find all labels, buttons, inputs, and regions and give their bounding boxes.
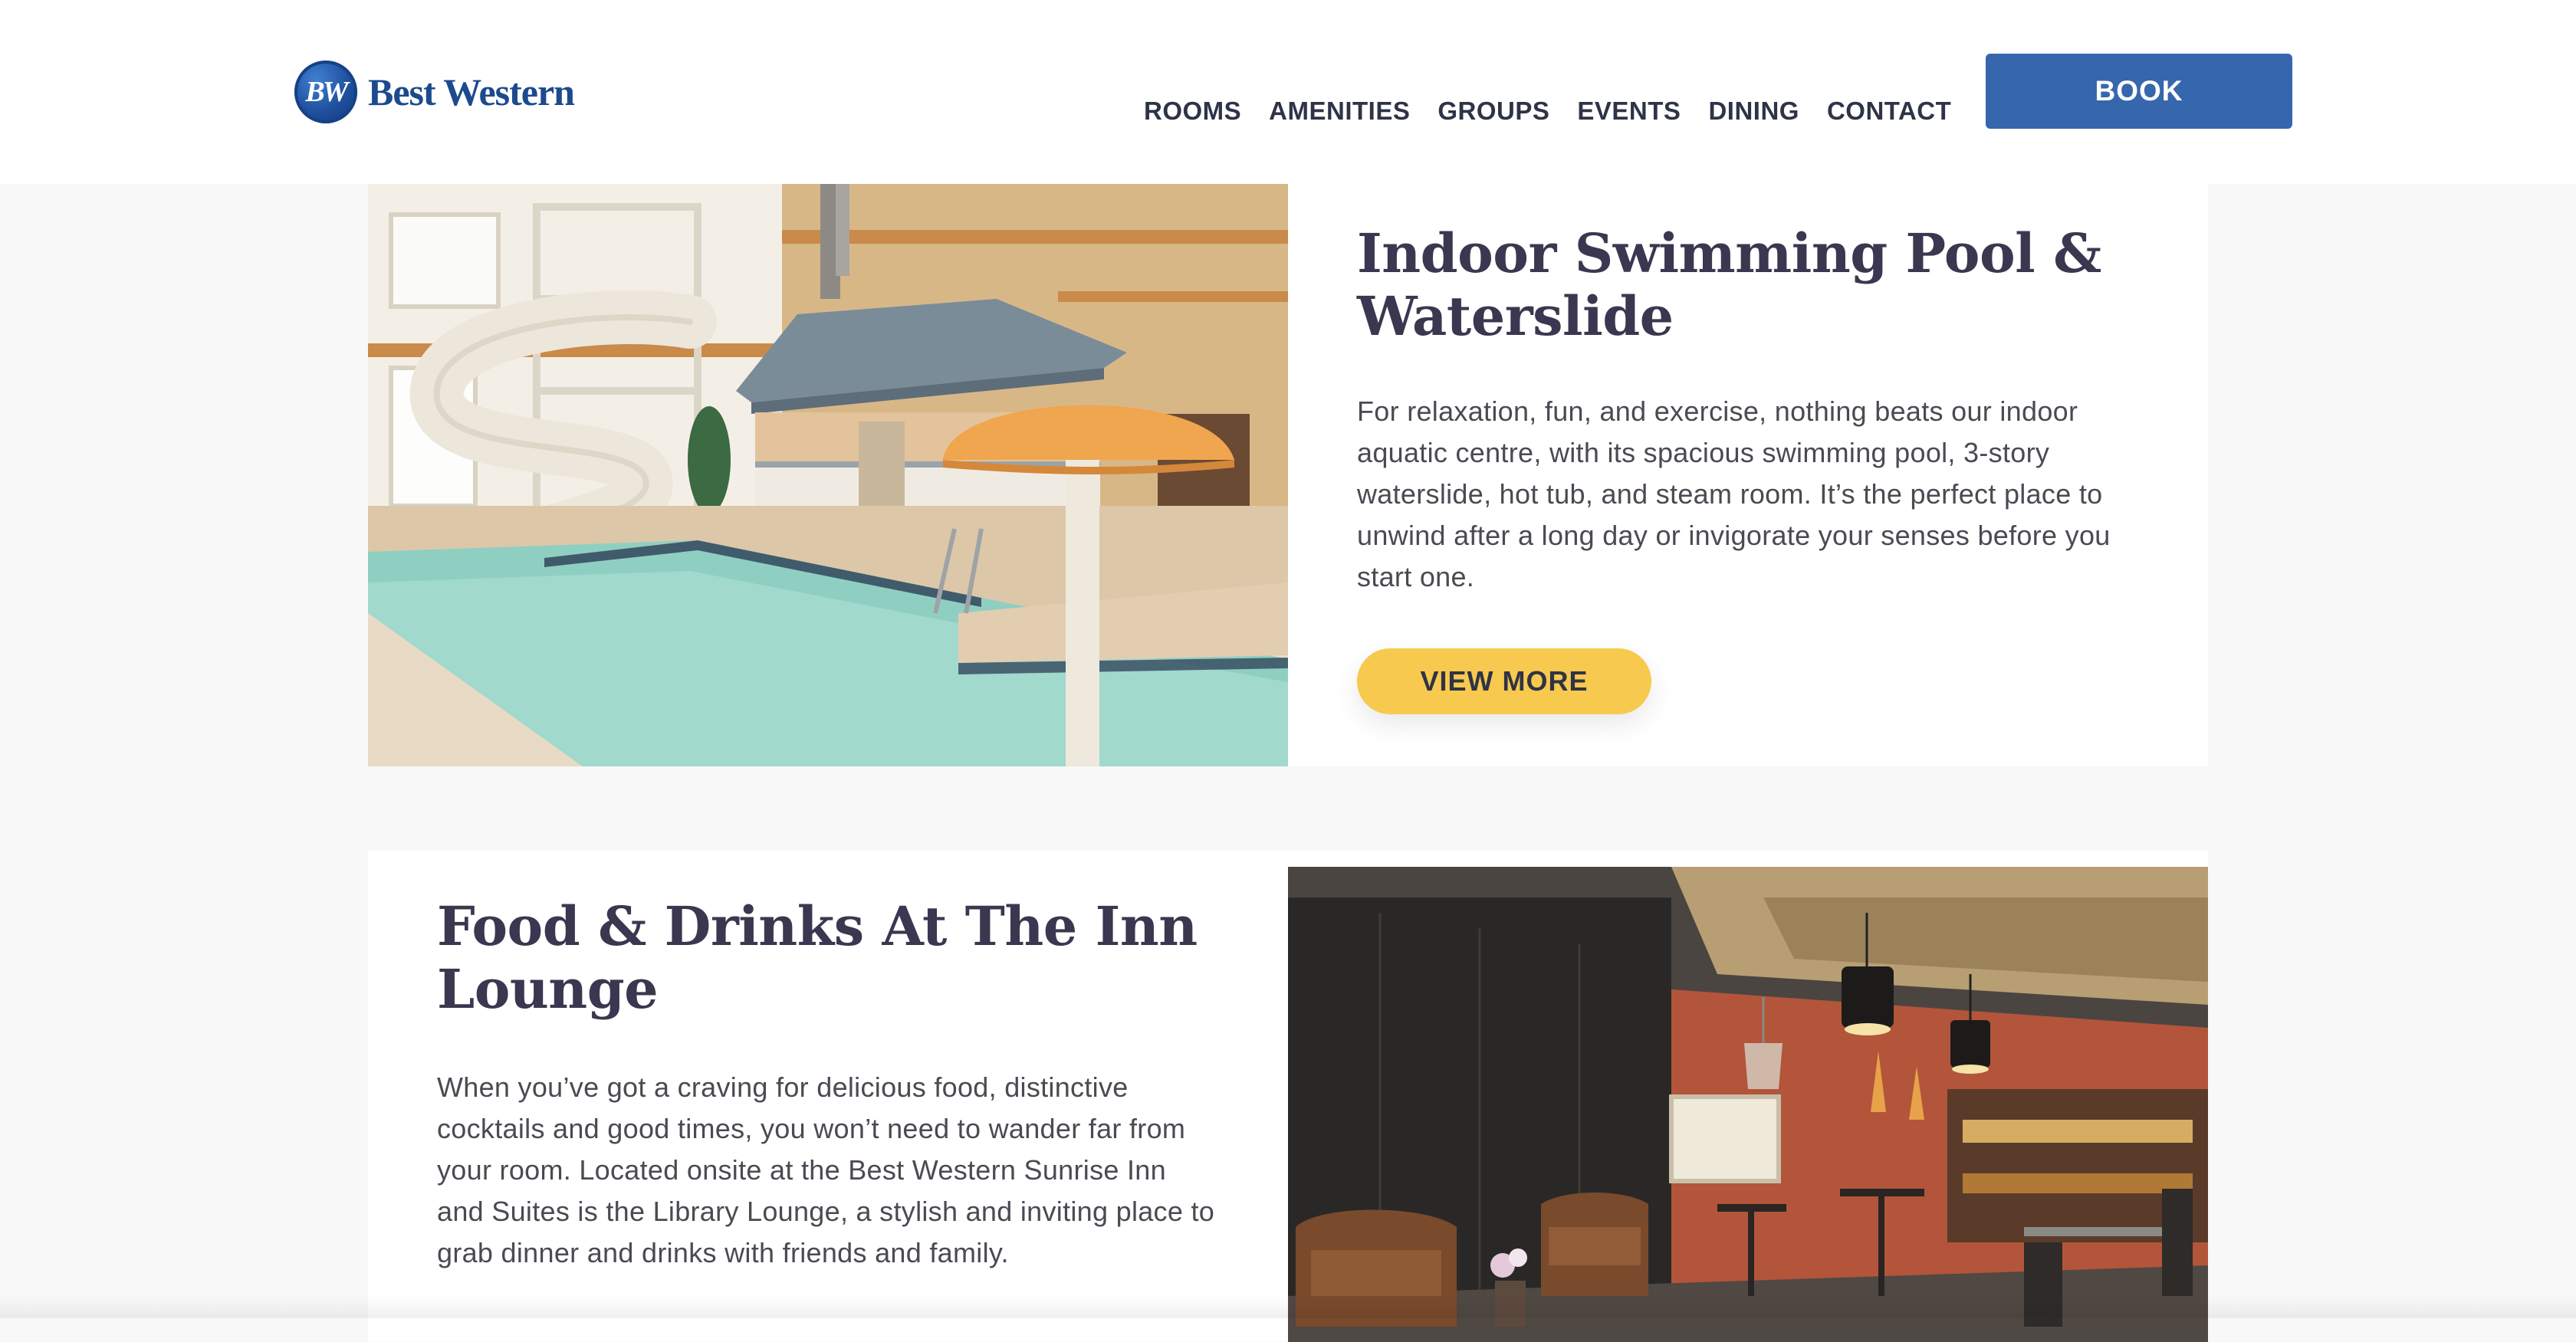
nav-events[interactable]: EVENTS	[1577, 97, 1681, 126]
nav-contact[interactable]: CONTACT	[1827, 97, 1951, 126]
main-nav: ROOMS AMENITIES GROUPS EVENTS DINING CON…	[1144, 92, 1951, 130]
pool-photo	[368, 184, 1288, 766]
lounge-section-title: Food & Drinks At The Inn Lounge	[437, 894, 1198, 1021]
pool-section-description: For relaxation, fun, and exercise, nothi…	[1357, 395, 2111, 592]
nav-dining[interactable]: DINING	[1708, 97, 1799, 126]
nav-rooms[interactable]: ROOMS	[1144, 97, 1241, 126]
logo-wordmark: Best Western	[368, 71, 575, 113]
book-button[interactable]: BOOK	[1986, 54, 2292, 129]
bw-logo-badge: BW	[294, 61, 357, 123]
lounge-photo	[1288, 867, 2208, 1342]
pool-section-title: Indoor Swimming Pool & Waterslide	[1357, 221, 2101, 348]
nav-amenities[interactable]: AMENITIES	[1269, 97, 1410, 126]
view-more-button[interactable]: VIEW MORE	[1357, 648, 1651, 714]
nav-groups[interactable]: GROUPS	[1438, 97, 1549, 126]
best-western-logo[interactable]: BW Best Western	[294, 60, 575, 124]
site-header: BW Best Western ROOMS AMENITIES GROUPS E…	[0, 0, 2576, 184]
lounge-section-description: When you’ve got a craving for delicious …	[437, 1071, 1215, 1268]
